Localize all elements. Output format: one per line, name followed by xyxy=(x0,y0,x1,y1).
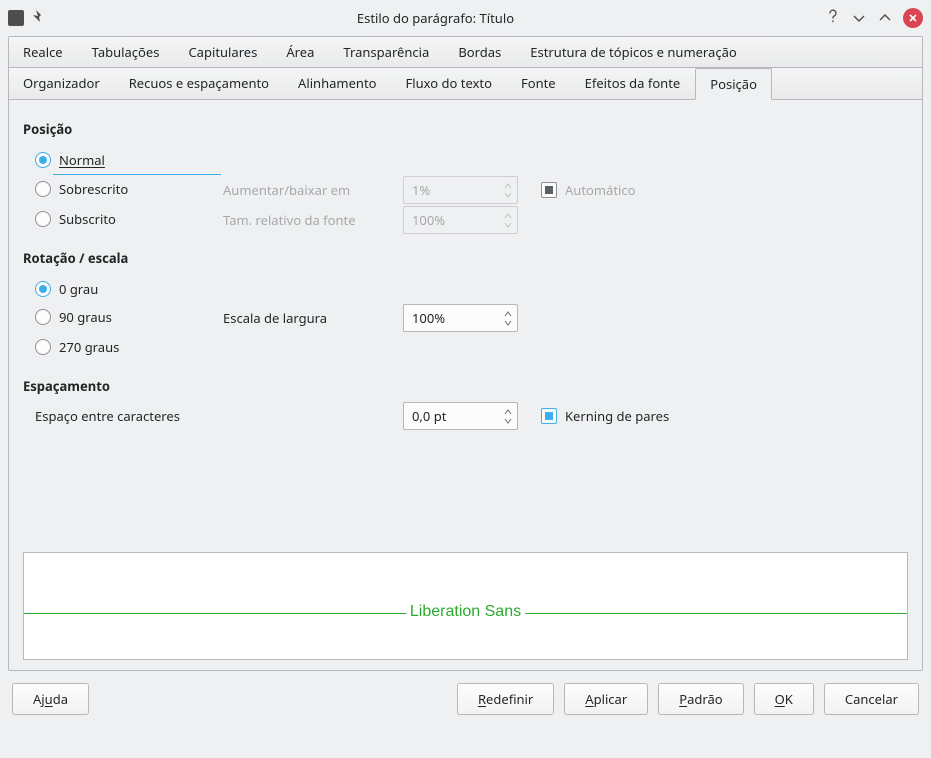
check-automatico-label: Automático xyxy=(565,181,636,199)
section-position: Posição xyxy=(23,120,908,138)
chevron-up-icon[interactable] xyxy=(877,10,893,26)
spin-raise-value: 1% xyxy=(412,181,503,199)
check-kerning[interactable]: Kerning de pares xyxy=(541,407,669,425)
titlebar: Estilo do parágrafo: Título xyxy=(0,0,931,36)
radio-90graus[interactable]: 90 graus xyxy=(35,308,112,326)
tab-tabulacoes[interactable]: Tabulações xyxy=(78,37,175,67)
spin-scale[interactable]: 100% xyxy=(403,304,518,332)
tab-fluxo[interactable]: Fluxo do texto xyxy=(392,68,507,99)
tab-organizador[interactable]: Organizador xyxy=(9,68,115,99)
label-relsize: Tam. relativo da fonte xyxy=(223,211,403,229)
tab-capitulares[interactable]: Capitulares xyxy=(174,37,272,67)
close-icon[interactable] xyxy=(903,8,923,28)
app-icon xyxy=(8,10,24,26)
tab-fonte[interactable]: Fonte xyxy=(507,68,571,99)
font-preview: Liberation Sans xyxy=(23,552,908,660)
default-button[interactable]: Padrão xyxy=(658,683,743,715)
label-raise: Aumentar/baixar em xyxy=(223,181,403,199)
help-button[interactable]: Ajuda xyxy=(12,683,89,715)
radio-270graus[interactable]: 270 graus xyxy=(35,338,119,356)
reset-button[interactable]: Redefinir xyxy=(457,683,554,715)
spin-scale-value: 100% xyxy=(412,309,503,327)
tab-transparencia[interactable]: Transparência xyxy=(329,37,444,67)
tab-recuos[interactable]: Recuos e espaçamento xyxy=(115,68,284,99)
radio-sobrescrito-label: Sobrescrito xyxy=(59,180,128,198)
spin-arrows-icon xyxy=(503,212,513,229)
spin-arrows-icon[interactable] xyxy=(503,408,513,425)
tab-posicao[interactable]: Posição xyxy=(695,68,772,100)
dialog-button-row: Ajuda Redefinir Aplicar Padrão OK Cancel… xyxy=(8,671,923,719)
tab-alinhamento[interactable]: Alinhamento xyxy=(284,68,391,99)
tab-area[interactable]: Área xyxy=(272,37,329,67)
spin-raise: 1% xyxy=(403,176,518,204)
cancel-button[interactable]: Cancelar xyxy=(824,683,919,715)
label-charspacing: Espaço entre caracteres xyxy=(23,407,403,425)
spin-relsize: 100% xyxy=(403,206,518,234)
radio-90graus-label: 90 graus xyxy=(59,308,112,326)
tab-estrutura[interactable]: Estrutura de tópicos e numeração xyxy=(516,37,751,67)
ok-button[interactable]: OK xyxy=(754,683,814,715)
section-rotation: Rotação / escala xyxy=(23,249,908,267)
radio-normal-label: Normal xyxy=(59,151,105,169)
tab-row-1: Realce Tabulações Capitulares Área Trans… xyxy=(9,37,922,68)
tab-bordas[interactable]: Bordas xyxy=(444,37,516,67)
radio-normal[interactable]: Normal xyxy=(35,151,105,169)
radio-sobrescrito[interactable]: Sobrescrito xyxy=(35,180,128,198)
radio-subscrito-label: Subscrito xyxy=(59,210,116,228)
radio-0grau[interactable]: 0 grau xyxy=(35,280,98,298)
tab-realce[interactable]: Realce xyxy=(9,37,78,67)
radio-subscrito[interactable]: Subscrito xyxy=(35,210,116,228)
window-title: Estilo do parágrafo: Título xyxy=(46,9,825,27)
radio-0grau-label: 0 grau xyxy=(59,280,98,298)
apply-button[interactable]: Aplicar xyxy=(564,683,648,715)
spin-arrows-icon[interactable] xyxy=(503,310,513,327)
tab-row-2: Organizador Recuos e espaçamento Alinham… xyxy=(9,68,922,100)
check-kerning-label: Kerning de pares xyxy=(565,407,669,425)
chevron-down-icon[interactable] xyxy=(851,10,867,26)
tab-efeitos[interactable]: Efeitos da fonte xyxy=(571,68,696,99)
spin-arrows-icon xyxy=(503,182,513,199)
help-icon[interactable] xyxy=(825,8,841,28)
tab-container: Realce Tabulações Capitulares Área Trans… xyxy=(8,36,923,671)
spin-charspacing[interactable]: 0,0 pt xyxy=(403,402,518,430)
tab-content-posicao: Posição Normal Sobrescrito Aumen xyxy=(9,100,922,670)
pin-icon[interactable] xyxy=(32,9,46,27)
section-spacing: Espaçamento xyxy=(23,377,908,395)
label-scale: Escala de largura xyxy=(223,309,403,327)
check-automatico: Automático xyxy=(541,181,636,199)
spin-relsize-value: 100% xyxy=(412,211,503,229)
radio-270graus-label: 270 graus xyxy=(59,338,119,356)
spin-charspacing-value: 0,0 pt xyxy=(412,407,503,425)
preview-text: Liberation Sans xyxy=(406,603,525,621)
